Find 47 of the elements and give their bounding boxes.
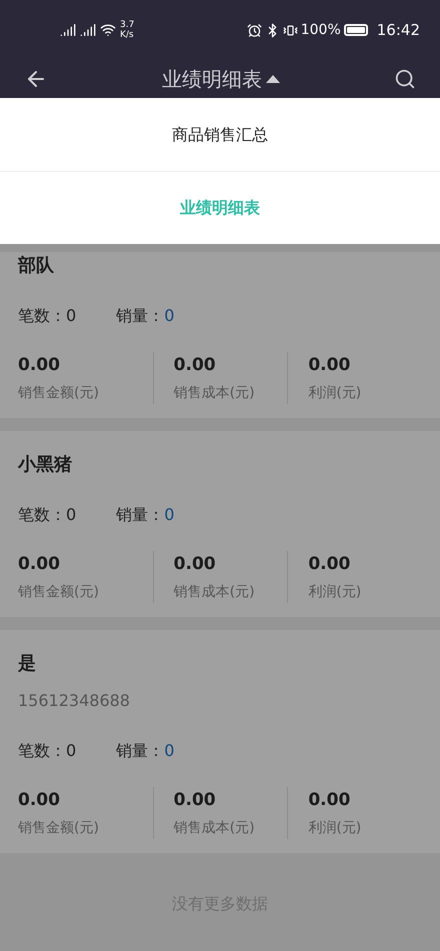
- metric-label: 利润(元): [308, 384, 362, 403]
- quantity-value: 0: [164, 740, 174, 762]
- metric-value: 0.00: [174, 354, 217, 377]
- metric-label: 利润(元): [308, 583, 362, 602]
- quantity-label: 销量：: [116, 305, 164, 327]
- count-label: 笔数：: [18, 740, 66, 762]
- caret-icon: [266, 75, 280, 83]
- metric-label: 销售金额(元): [18, 384, 100, 403]
- metric-label: 销售成本(元): [174, 384, 256, 403]
- menu-item[interactable]: 商品销售汇总: [0, 98, 440, 171]
- metric-label: 销售金额(元): [18, 819, 100, 838]
- signal-icon: [60, 22, 76, 38]
- alarm-icon: [246, 22, 262, 38]
- metric-label: 销售成本(元): [174, 819, 256, 838]
- quantity-value: 0: [164, 305, 174, 327]
- count-value: 0: [66, 305, 76, 327]
- network-speed: 3.7: [120, 20, 134, 30]
- metric-value: 0.00: [174, 789, 217, 812]
- vibrate-icon: [282, 22, 298, 38]
- metric-value: 0.00: [18, 789, 61, 812]
- metric-label: 销售金额(元): [18, 583, 100, 602]
- card-title: 是: [18, 652, 37, 676]
- metric-value: 0.00: [308, 553, 352, 576]
- metric-value: 0.00: [18, 553, 61, 576]
- metric-value: 0.00: [174, 553, 217, 576]
- metric-value: 0.00: [18, 354, 61, 377]
- battery-percent: 100%: [300, 20, 341, 40]
- card-title: 小黑猪: [18, 453, 73, 477]
- card-title: 部队: [18, 254, 55, 278]
- count-label: 笔数：: [18, 504, 66, 526]
- signal-icon: [80, 22, 96, 38]
- quantity-label: 销量：: [116, 740, 164, 762]
- count-value: 0: [66, 740, 76, 762]
- phone-number: 15612348688: [18, 690, 131, 712]
- count-label: 笔数：: [18, 305, 66, 327]
- metric-label: 利润(元): [308, 819, 362, 838]
- count-value: 0: [66, 504, 76, 526]
- wifi-icon: [100, 22, 116, 38]
- search-button[interactable]: [394, 68, 416, 90]
- metric-value: 0.00: [308, 354, 352, 377]
- network-speed-unit: K/s: [120, 30, 134, 40]
- metric-label: 销售成本(元): [174, 583, 256, 602]
- metric-value: 0.00: [308, 789, 352, 812]
- time: 16:42: [376, 20, 420, 41]
- battery-icon: [344, 24, 368, 36]
- quantity-value: 0: [164, 504, 174, 526]
- quantity-label: 销量：: [116, 504, 164, 526]
